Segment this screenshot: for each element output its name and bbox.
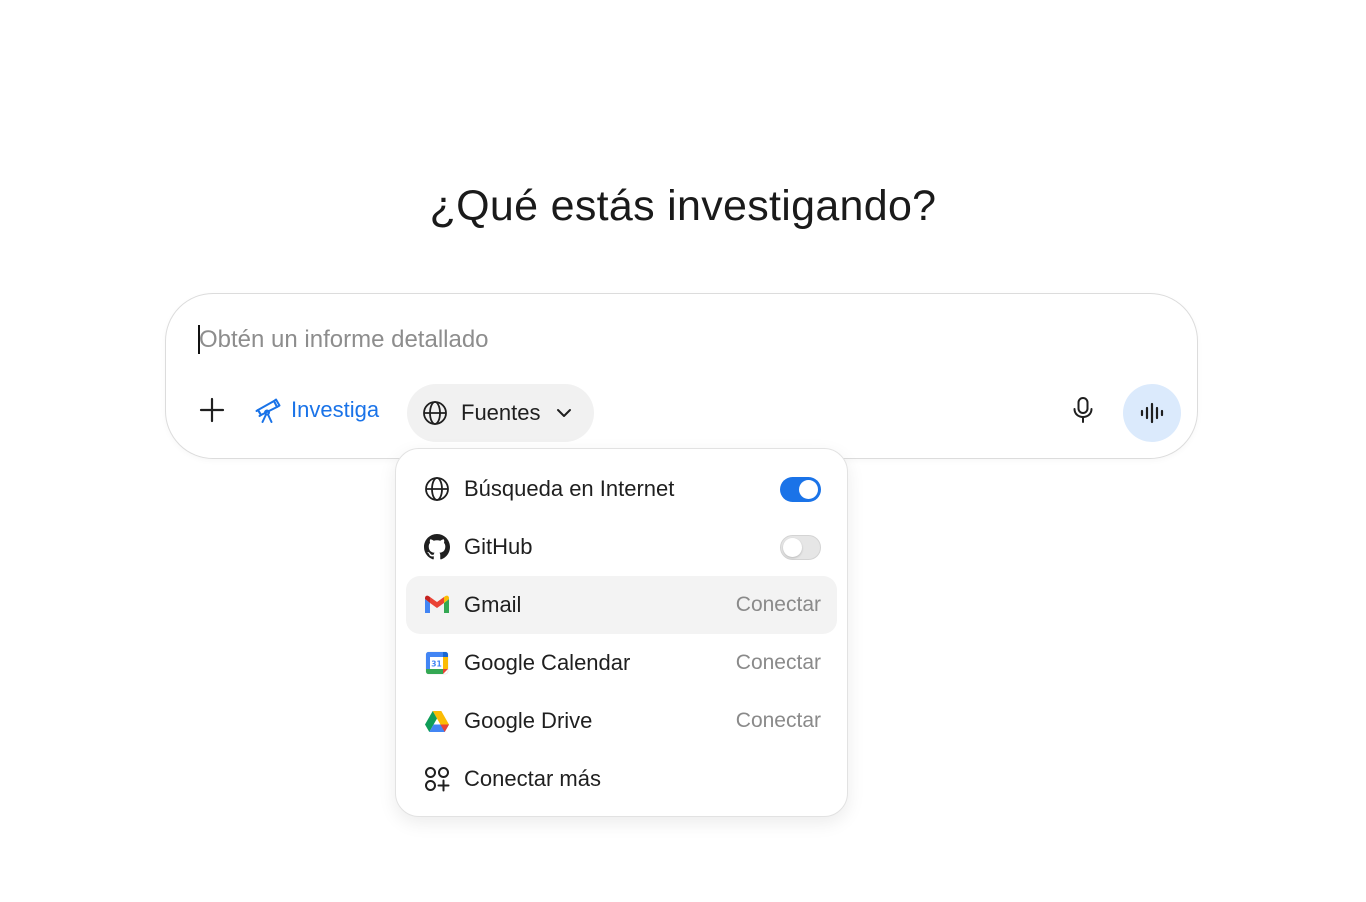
gmail-connect-button[interactable]: Conectar [736, 576, 821, 634]
source-item-web-search[interactable]: Búsqueda en Internet [406, 460, 837, 518]
svg-text:31: 31 [431, 660, 441, 669]
composer-toolbar: Investiga Fuentes [166, 384, 1197, 444]
github-icon [423, 533, 451, 561]
source-label: Búsqueda en Internet [464, 476, 675, 501]
source-item-gmail[interactable]: Gmail Conectar [406, 576, 837, 634]
source-item-github[interactable]: GitHub [406, 518, 837, 576]
google-calendar-icon: 31 [423, 649, 451, 677]
add-attachment-button[interactable] [192, 390, 232, 430]
source-item-google-drive[interactable]: Google Drive Conectar [406, 692, 837, 750]
voice-waveform-icon [1140, 402, 1164, 424]
sources-label: Fuentes [461, 400, 541, 425]
microphone-button[interactable] [1063, 390, 1103, 430]
research-mode-label: Investiga [291, 397, 380, 422]
page-title: ¿Qué estás investigando? [429, 182, 937, 230]
web-search-toggle[interactable] [780, 476, 821, 502]
sources-menu: Búsqueda en Internet GitHub Gmail Conect… [395, 448, 848, 817]
globe-icon [423, 401, 447, 425]
telescope-icon [255, 398, 281, 423]
globe-icon [423, 475, 451, 503]
plus-icon [199, 397, 225, 423]
source-item-connect-more[interactable]: Conectar más [406, 750, 837, 808]
voice-mode-button[interactable] [1123, 384, 1181, 442]
apps-plus-icon [423, 765, 451, 793]
gmail-icon [423, 591, 451, 619]
prompt-input[interactable] [199, 320, 1099, 360]
chevron-down-icon [556, 409, 571, 417]
source-item-google-calendar[interactable]: 31 Google Calendar Conectar [406, 634, 837, 692]
source-label: Gmail [464, 592, 522, 617]
source-label: Google Drive [464, 708, 593, 733]
microphone-icon [1073, 397, 1093, 423]
google-calendar-connect-button[interactable]: Conectar [736, 634, 821, 692]
source-label: Conectar más [464, 766, 601, 791]
source-label: GitHub [464, 534, 533, 559]
page: ¿Qué estás investigando? Investiga [0, 0, 1366, 902]
research-mode-button[interactable]: Investiga [254, 390, 379, 430]
google-drive-connect-button[interactable]: Conectar [736, 692, 821, 750]
github-toggle[interactable] [780, 534, 821, 560]
composer: Investiga Fuentes [165, 293, 1198, 459]
sources-dropdown-button[interactable]: Fuentes [407, 384, 594, 442]
google-drive-icon [423, 707, 451, 735]
source-label: Google Calendar [464, 650, 631, 675]
